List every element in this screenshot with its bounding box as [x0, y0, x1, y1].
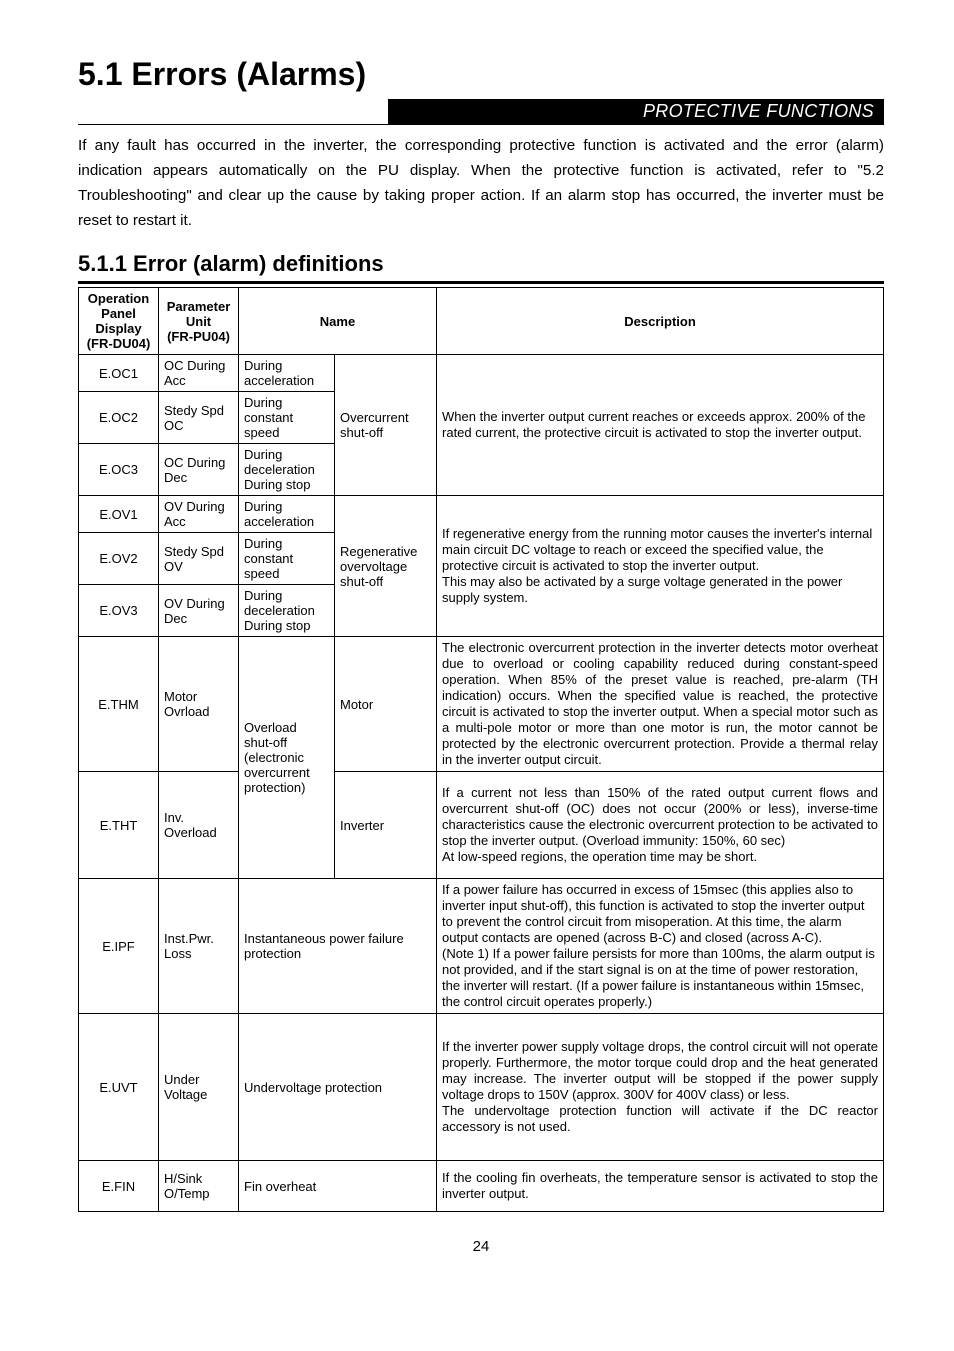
cell-op: E.IPF	[79, 879, 159, 1014]
page-number: 24	[78, 1238, 884, 1255]
table-row: E.OV1 OV During Acc During acceleration …	[79, 496, 884, 533]
cell-op: E.THM	[79, 637, 159, 772]
cell-op: E.OV1	[79, 496, 159, 533]
cell-op: E.THT	[79, 772, 159, 879]
cell-desc: If the inverter power supply voltage dro…	[437, 1014, 884, 1161]
cell-phase: During constant speed	[239, 533, 335, 585]
cell-phase: During acceleration	[239, 496, 335, 533]
intro-paragraph: If any fault has occurred in the inverte…	[78, 133, 884, 233]
cell-phase: During deceleration During stop	[239, 585, 335, 637]
col-name: Name	[239, 288, 437, 355]
cell-op: E.OC2	[79, 392, 159, 444]
cell-name-group: Overcurrent shut-off	[335, 355, 437, 496]
table-row: E.FIN H/Sink O/Temp Fin overheat If the …	[79, 1161, 884, 1212]
cell-op: E.UVT	[79, 1014, 159, 1161]
cell-desc: If the cooling fin overheats, the temper…	[437, 1161, 884, 1212]
cell-desc: If a power failure has occurred in exces…	[437, 879, 884, 1014]
cell-desc: The electronic overcurrent protection in…	[437, 637, 884, 772]
cell-op: E.OV3	[79, 585, 159, 637]
cell-pu: Stedy Spd OV	[159, 533, 239, 585]
cell-desc: When the inverter output current reaches…	[437, 355, 884, 496]
cell-pu: OV During Dec	[159, 585, 239, 637]
section-title: 5.1 Errors (Alarms)	[78, 56, 884, 93]
cell-pu: Stedy Spd OC	[159, 392, 239, 444]
cell-op: E.FIN	[79, 1161, 159, 1212]
cell-desc: If regenerative energy from the running …	[437, 496, 884, 637]
cell-pu: OC During Acc	[159, 355, 239, 392]
col-op: Operation Panel Display (FR-DU04)	[79, 288, 159, 355]
cell-pu: OC During Dec	[159, 444, 239, 496]
cell-pu: OV During Acc	[159, 496, 239, 533]
cell-op: E.OC3	[79, 444, 159, 496]
cell-name-group: Regenerative overvoltage shut-off	[335, 496, 437, 637]
cell-name: Instantaneous power failure protection	[239, 879, 437, 1014]
table-row: E.OC1 OC During Acc During acceleration …	[79, 355, 884, 392]
error-definitions-table: Operation Panel Display (FR-DU04) Parame…	[78, 287, 884, 1212]
col-pu: Parameter Unit (FR-PU04)	[159, 288, 239, 355]
cell-phase: Motor	[335, 637, 437, 772]
cell-pu: Inv. Overload	[159, 772, 239, 879]
banner: PROTECTIVE FUNCTIONS	[388, 99, 884, 124]
table-row: E.IPF Inst.Pwr. Loss Instantaneous power…	[79, 879, 884, 1014]
cell-pu: H/Sink O/Temp	[159, 1161, 239, 1212]
cell-phase: During constant speed	[239, 392, 335, 444]
table-header-row: Operation Panel Display (FR-DU04) Parame…	[79, 288, 884, 355]
cell-op: E.OV2	[79, 533, 159, 585]
cell-op: E.OC1	[79, 355, 159, 392]
cell-pu: Motor Ovrload	[159, 637, 239, 772]
banner-text: PROTECTIVE FUNCTIONS	[643, 99, 874, 124]
table-row: E.UVT Under Voltage Undervoltage protect…	[79, 1014, 884, 1161]
col-desc: Description	[437, 288, 884, 355]
cell-phase: During acceleration	[239, 355, 335, 392]
cell-name-group: Overload shut-off (electronic overcurren…	[239, 637, 335, 879]
cell-name: Fin overheat	[239, 1161, 437, 1212]
cell-pu: Under Voltage	[159, 1014, 239, 1161]
divider	[78, 281, 884, 284]
table-row: E.THT Inv. Overload Inverter If a curren…	[79, 772, 884, 879]
cell-phase: During deceleration During stop	[239, 444, 335, 496]
divider	[78, 124, 884, 125]
cell-phase: Inverter	[335, 772, 437, 879]
table-row: E.THM Motor Ovrload Overload shut-off (e…	[79, 637, 884, 772]
cell-pu: Inst.Pwr. Loss	[159, 879, 239, 1014]
cell-desc: If a current not less than 150% of the r…	[437, 772, 884, 879]
cell-name: Undervoltage protection	[239, 1014, 437, 1161]
subsection-title: 5.1.1 Error (alarm) definitions	[78, 251, 884, 277]
